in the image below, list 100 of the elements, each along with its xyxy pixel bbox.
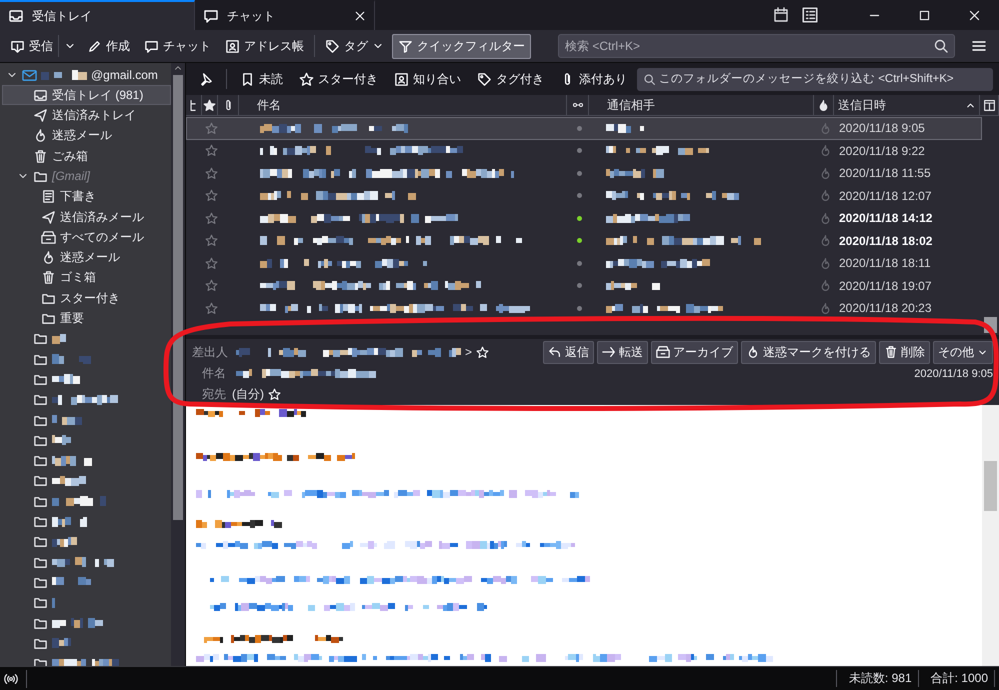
paper-plane-icon [33, 108, 48, 124]
read-status-dot[interactable] [576, 148, 582, 154]
read-status-dot[interactable] [576, 193, 582, 198]
action-button[interactable]: 転送 [597, 340, 648, 364]
close-icon[interactable] [968, 8, 980, 22]
pixelated-text-drawing [52, 415, 82, 426]
folder-item[interactable]: 下書き [2, 186, 171, 207]
folder-item[interactable]: 迷惑メール [2, 126, 171, 146]
star-icon[interactable] [204, 166, 218, 180]
filter-toggle[interactable]: タグ付き [471, 68, 550, 90]
message-row[interactable]: 2020/11/18 18:02 [186, 230, 982, 252]
pixelated-text-drawing [52, 536, 77, 547]
chat-bubble-icon [203, 8, 219, 24]
flame-icon[interactable] [818, 212, 832, 225]
toolbar-button[interactable]: 作成 [81, 34, 136, 58]
task-list-icon[interactable] [801, 6, 819, 24]
message-row[interactable]: 2020/11/18 12:07 [186, 184, 982, 207]
folder-item[interactable]: スター付き [2, 288, 171, 308]
search-icon [933, 38, 949, 54]
folder-item[interactable]: 送信済みメール [2, 207, 171, 228]
flame-icon[interactable] [818, 166, 832, 180]
star-icon[interactable] [204, 212, 218, 225]
calendar-icon[interactable] [773, 7, 789, 23]
folder-item[interactable]: @gmail.com [2, 65, 171, 85]
pixelated-text-drawing [52, 496, 106, 506]
action-button[interactable]: アーカイブ [651, 340, 738, 364]
message-row[interactable]: 2020/11/18 9:05 [186, 117, 982, 140]
message-row[interactable]: 2020/11/18 18:11 [186, 252, 982, 274]
flame-icon[interactable] [818, 189, 832, 202]
search-icon [643, 72, 656, 86]
pixelated-text-drawing [52, 476, 86, 486]
folder-item[interactable]: 受信トレイ (981) [2, 85, 171, 106]
contact-card-icon [394, 72, 409, 86]
column-header[interactable] [202, 95, 218, 115]
flame-icon[interactable] [818, 144, 832, 158]
folder-item[interactable]: 迷惑メール [2, 248, 171, 268]
star-icon[interactable] [204, 279, 218, 292]
toolbar-button[interactable]: 受信 [4, 34, 56, 58]
flame-icon[interactable] [818, 302, 832, 315]
trash-icon [884, 345, 898, 359]
star-icon[interactable] [204, 189, 218, 202]
read-status-dot[interactable] [576, 126, 582, 131]
folder-item[interactable]: ごみ箱 [2, 146, 171, 166]
broadcast-icon[interactable] [4, 672, 18, 686]
message-row[interactable]: 2020/11/18 14:12 [186, 207, 982, 230]
star-icon[interactable] [204, 302, 218, 315]
pin-icon [198, 72, 213, 86]
read-status-dot[interactable] [576, 260, 582, 266]
read-status-dot[interactable] [576, 238, 582, 244]
message-row[interactable]: 2020/11/18 20:23 [186, 297, 982, 320]
folder-item[interactable]: ゴミ箱 [2, 268, 171, 288]
star-icon[interactable] [204, 144, 218, 158]
toolbar-button[interactable]: タグ [319, 34, 390, 58]
column-header[interactable]: 通信相手 [589, 95, 814, 115]
star-icon[interactable] [204, 122, 218, 135]
star-icon[interactable] [204, 256, 218, 270]
tab[interactable]: 受信トレイ [0, 0, 195, 30]
filter-toggle[interactable]: 知り合い [388, 68, 467, 90]
star-icon[interactable] [204, 234, 218, 248]
pixelated-text-drawing [52, 557, 114, 568]
toolbar-button[interactable]: アドレス帳 [219, 34, 310, 58]
folder-icon [33, 534, 48, 550]
read-status-dot[interactable] [576, 216, 582, 221]
pixelated-sender-drawing [606, 124, 644, 133]
filter-toggle[interactable]: スター付き [293, 68, 384, 90]
folder-item[interactable]: 送信済みトレイ [2, 106, 171, 126]
read-status-dot[interactable] [576, 170, 582, 176]
filter-toggle[interactable]: 添付あり [554, 68, 633, 90]
read-status-dot[interactable] [576, 283, 582, 288]
action-button[interactable]: その他 [933, 340, 993, 364]
scrollbar-thumb[interactable] [173, 75, 183, 520]
toolbar-button[interactable]: チャット [138, 34, 217, 58]
filter-toggle[interactable]: 未読 [234, 68, 289, 90]
search-field[interactable]: 検索 <Ctrl+K> [558, 34, 955, 58]
flame-icon[interactable] [818, 279, 832, 292]
message-row[interactable]: 2020/11/18 19:07 [186, 274, 982, 297]
scrollbar-thumb[interactable] [984, 461, 997, 511]
message-row[interactable]: 2020/11/18 9:22 [186, 140, 982, 162]
flame-icon [33, 128, 48, 144]
toolbar-button[interactable]: クイックフィルター [392, 34, 531, 58]
column-header[interactable]: 送信日時 [834, 95, 980, 115]
flame-icon[interactable] [818, 256, 832, 270]
message-row[interactable]: 2020/11/18 11:55 [186, 162, 982, 184]
action-button[interactable]: 迷惑マークを付ける [741, 340, 876, 364]
column-picker-icon [982, 98, 996, 112]
filter-field[interactable]: このフォルダーのメッセージを絞り込む <Ctrl+Shift+K> [637, 68, 993, 90]
folder-item[interactable]: すべてのメール [2, 227, 171, 248]
date-cell-text: 2020/11/18 18:11 [838, 256, 932, 270]
column-header[interactable]: 件名 [239, 95, 567, 115]
read-status-dot[interactable] [576, 306, 582, 311]
maximize-icon[interactable] [918, 8, 930, 22]
action-button[interactable]: 返信 [543, 340, 594, 364]
flame-icon[interactable] [818, 234, 832, 248]
pixelated-text-drawing [52, 618, 103, 628]
folder-item[interactable]: 重要 [2, 308, 171, 329]
date-cell-text: 2020/11/18 12:07 [838, 188, 933, 203]
action-button[interactable]: 削除 [879, 340, 930, 364]
pixelated-text-drawing [52, 516, 87, 527]
star-icon [203, 98, 216, 112]
date-cell-text: 2020/11/18 18:02 [838, 234, 934, 248]
